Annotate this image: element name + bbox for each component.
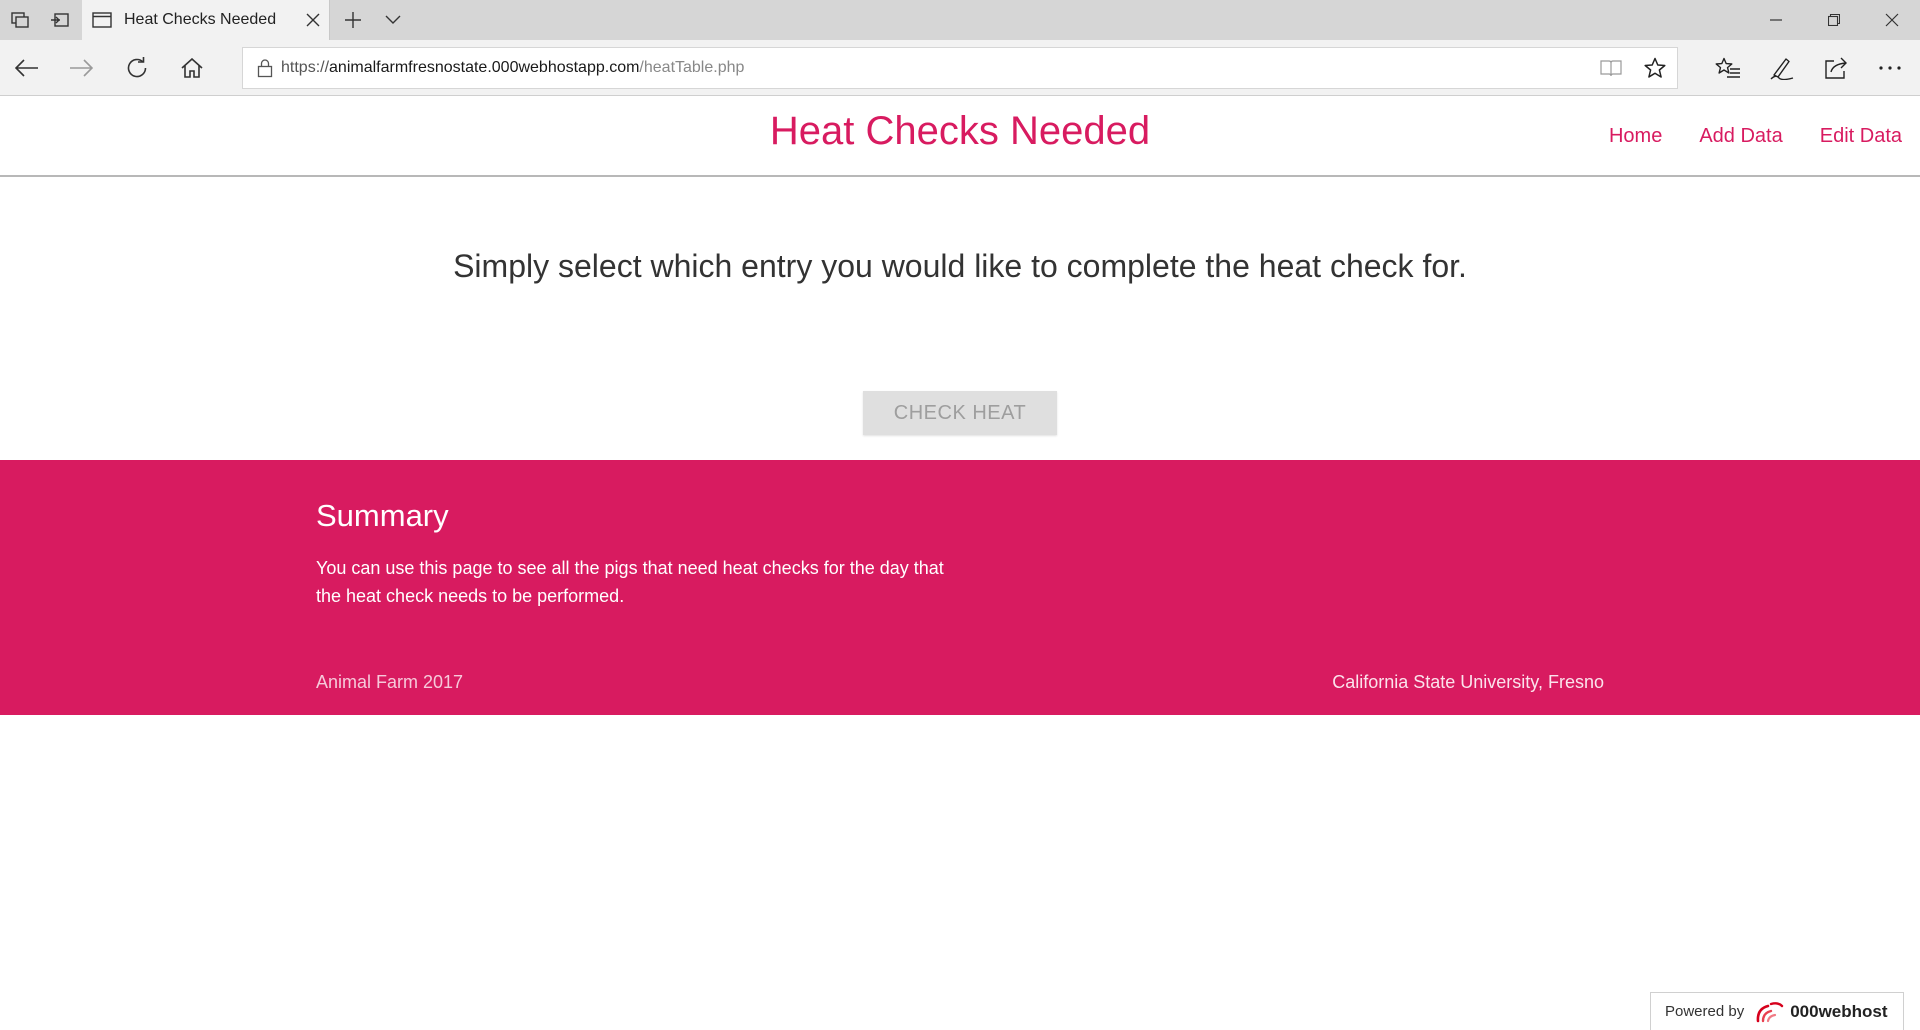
refresh-icon[interactable] [110,40,164,96]
tab-preview-icon[interactable] [0,0,40,40]
url-path: /heatTable.php [639,59,745,76]
favorites-hub-icon[interactable] [1701,40,1755,96]
summary-heading: Summary [316,498,449,533]
powered-by-badge[interactable]: Powered by 000webhost [1650,992,1904,1030]
tab-title: Heat Checks Needed [124,11,277,28]
instructions-text: Simply select which entry you would like… [453,248,1467,284]
home-icon[interactable] [165,40,219,96]
page-header: Heat Checks Needed Home Add Data Edit Da… [0,97,1920,177]
share-icon[interactable] [1809,40,1863,96]
webhost-brand: 000webhost [1790,1001,1888,1021]
close-window-icon[interactable] [1863,0,1920,40]
lock-icon [257,58,273,78]
address-bar[interactable]: https://animalfarmfresnostate.000webhost… [242,47,1678,89]
chevron-down-icon[interactable] [373,0,413,40]
restore-icon[interactable] [1805,0,1863,40]
url-scheme: https:// [281,59,330,76]
url-text: https://animalfarmfresnostate.000webhost… [281,59,744,77]
minimize-icon[interactable] [1747,0,1805,40]
check-heat-button[interactable]: CHECK HEAT [863,391,1057,435]
new-tab-icon[interactable] [333,0,373,40]
close-tab-icon[interactable] [297,0,329,40]
forward-arrow-icon[interactable] [54,40,108,96]
webhost-logo-icon [1754,1001,1784,1023]
footer-university: California State University, Fresno [1332,672,1604,692]
browser-tab-bar: Heat Checks Needed [0,0,1920,40]
footer-copyright: Animal Farm 2017 [316,672,464,692]
nav-link-edit-data[interactable]: Edit Data [1820,125,1902,148]
back-arrow-icon[interactable] [0,40,54,96]
top-nav: Home Add Data Edit Data [1609,125,1902,148]
nav-link-home[interactable]: Home [1609,125,1662,148]
favorite-star-icon[interactable] [1635,48,1675,88]
tab-active[interactable]: Heat Checks Needed [82,0,330,40]
summary-text: You can use this page to see all the pig… [316,558,944,606]
set-aside-tabs-icon[interactable] [40,0,80,40]
page-footer: Summary You can use this page to see all… [0,460,1920,715]
page-icon [92,12,112,28]
powered-by-label: Powered by [1665,1003,1745,1020]
reading-view-icon[interactable] [1591,48,1631,88]
nav-link-add-data[interactable]: Add Data [1699,125,1782,148]
pen-notes-icon[interactable] [1755,40,1809,96]
browser-toolbar: https://animalfarmfresnostate.000webhost… [0,40,1920,96]
url-host: animalfarmfresnostate.000webhostapp.com [329,59,640,76]
more-options-icon[interactable] [1863,40,1917,96]
